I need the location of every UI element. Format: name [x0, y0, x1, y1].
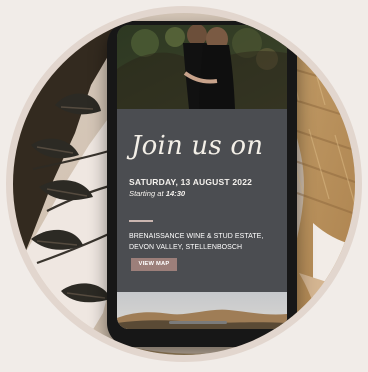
divider-line [129, 220, 153, 222]
venue-line-2: DEVON VALLEY, STELLENBOSCH [129, 244, 243, 251]
phone-screen: Join us on SATURDAY, 13 AUGUST 2022 Star… [117, 25, 287, 329]
image-stage: Join us on SATURDAY, 13 AUGUST 2022 Star… [0, 0, 368, 372]
couple-photo [117, 25, 287, 109]
invitation-heading: Join us on [131, 131, 264, 161]
event-date: SATURDAY, 13 AUGUST 2022 [129, 177, 253, 187]
event-time: 14:30 [165, 189, 186, 198]
event-time-prefix: Starting at [129, 189, 166, 198]
circular-photo-frame: Join us on SATURDAY, 13 AUGUST 2022 Star… [6, 6, 362, 362]
view-map-button[interactable]: VIEW MAP [131, 258, 177, 271]
home-indicator [169, 321, 227, 324]
venue-line-1: BRENAISSANCE WINE & STUD ESTATE, [129, 233, 264, 240]
event-time-line: Starting at 14:30 [129, 189, 185, 198]
